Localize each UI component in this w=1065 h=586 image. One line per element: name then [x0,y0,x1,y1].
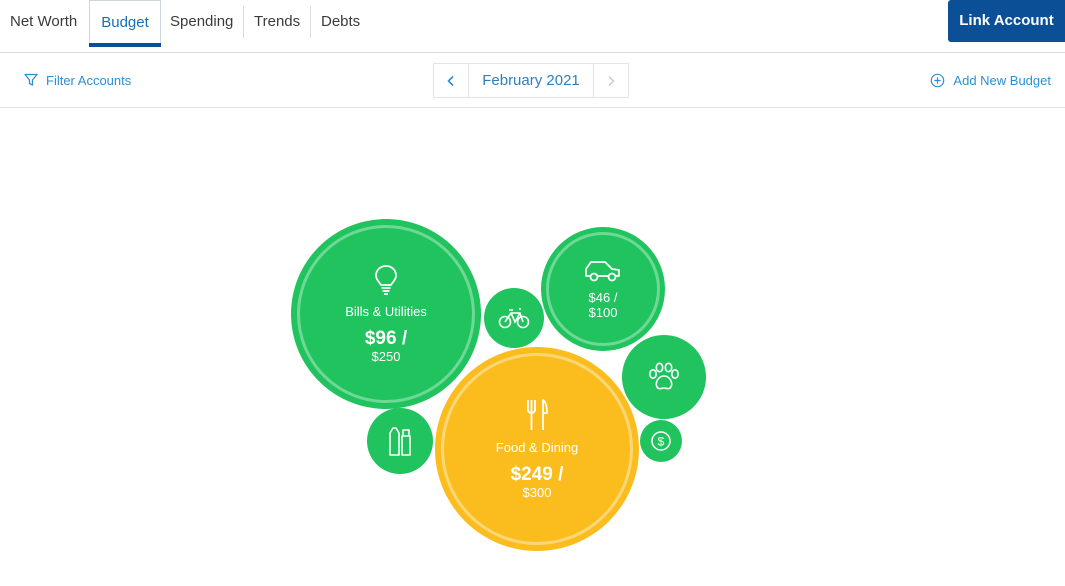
car-icon [585,261,620,282]
budget-limit: $250 [371,349,401,364]
chevron-left-icon [447,75,454,86]
tab-budget-label: Budget [101,14,149,31]
tab-divider [243,6,244,38]
dollar-icon: $ [651,431,671,451]
budget-spent: $249 / [510,464,564,485]
budget-spent: $96 / [364,328,408,349]
budget-bubble-bills-utilities[interactable]: Bills & Utilities $96 / $250 [291,219,481,409]
budget-bubble-personal-care[interactable] [367,408,433,474]
plus-circle-icon [931,73,945,87]
tab-debts[interactable]: Debts [321,0,360,44]
paw-icon [648,362,679,390]
filter-accounts-label: Filter Accounts [46,72,132,88]
utensils-icon [527,399,548,430]
tab-divider [310,6,311,38]
budget-bubble-bicycle[interactable] [484,288,544,348]
budget-bubble-pets[interactable] [622,335,706,419]
top-navigation: Net Worth Budget Spending Trends Debts L… [0,0,1065,53]
tab-spending[interactable]: Spending [170,0,233,44]
budget-limit: $100 [588,305,618,320]
bicycle-icon [498,308,530,329]
add-new-budget-button[interactable]: Add New Budget [930,71,1051,89]
budget-toolbar: Filter Accounts February 2021 Add New Bu… [0,53,1065,108]
tab-trends[interactable]: Trends [254,0,300,44]
budget-bubble-food-dining[interactable]: Food & Dining $249 / $300 [435,347,639,551]
budget-bubbles: Bills & Utilities $96 / $250 $46 / $100 [0,108,1065,586]
progress-ring [546,232,660,346]
current-month-label: February 2021 [482,72,580,89]
tab-budget[interactable]: Budget [89,0,161,47]
tab-net-worth[interactable]: Net Worth [10,0,77,44]
active-tab-indicator [89,43,161,47]
link-account-button[interactable]: Link Account [948,0,1065,42]
budget-limit: $300 [522,485,552,500]
svg-text:$: $ [658,435,665,449]
budget-bubble-other[interactable]: $ [640,420,682,462]
budget-name: Food & Dining [495,440,579,455]
previous-month-button[interactable] [434,64,469,97]
chevron-right-icon [608,75,615,86]
toiletries-icon [389,427,411,456]
next-month-button[interactable] [593,64,628,97]
lightbulb-icon [375,265,397,295]
budget-spent: $46 / [588,290,618,305]
budget-bubble-auto[interactable]: $46 / $100 [541,227,665,351]
month-navigator: February 2021 [433,63,629,98]
add-new-budget-label: Add New Budget [953,72,1051,88]
budget-name: Bills & Utilities [345,304,427,319]
filter-accounts-button[interactable]: Filter Accounts [24,71,131,89]
filter-icon [24,73,38,86]
